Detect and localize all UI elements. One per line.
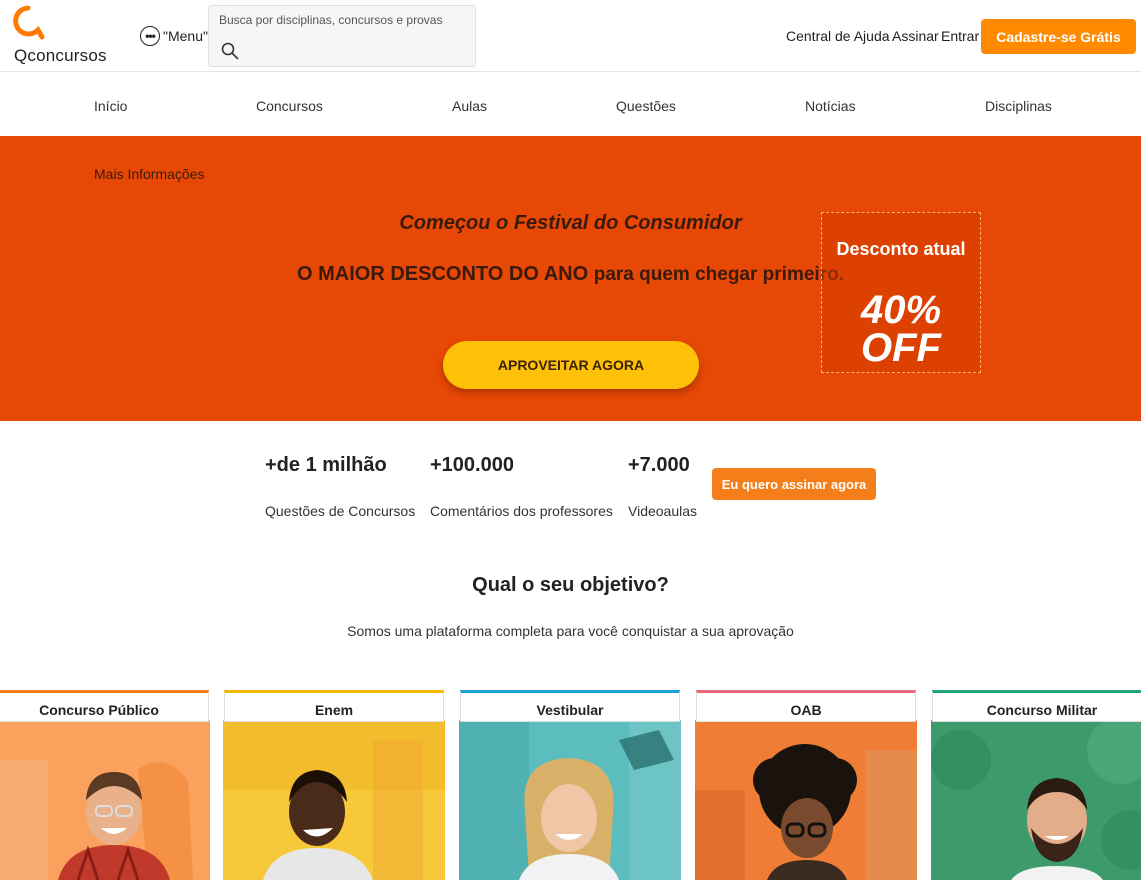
card-tab: Enem — [224, 690, 444, 722]
card-vestibular[interactable]: Vestibular — [459, 690, 681, 880]
logo-icon — [13, 5, 45, 40]
card-label: OAB — [790, 702, 822, 718]
signup-button[interactable]: Cadastre-se Grátis — [981, 19, 1136, 54]
menu-button[interactable]: ••• "Menu" — [140, 26, 208, 46]
card-photo — [0, 720, 210, 880]
main-nav: Início Concursos Aulas Questões Notícias… — [0, 73, 1141, 136]
menu-label: "Menu" — [163, 28, 208, 44]
card-concurso-publico[interactable]: Concurso Público — [0, 690, 210, 880]
discount-box: Desconto atual 40% OFF — [821, 212, 981, 373]
banner-subtitle-rest: para quem chegar primeiro. — [593, 264, 844, 285]
search-box[interactable] — [208, 5, 476, 67]
card-oab[interactable]: OAB — [695, 690, 917, 880]
logo[interactable]: Qconcursos — [8, 4, 120, 65]
nav-item-aulas[interactable]: Aulas — [452, 98, 487, 114]
header: Qconcursos ••• "Menu" Central de Ajuda A… — [0, 0, 1141, 72]
logo-text: Qconcursos — [14, 46, 107, 65]
search-input[interactable] — [219, 13, 467, 27]
card-tab: Concurso Militar — [932, 690, 1141, 722]
card-photo — [695, 720, 917, 880]
card-label: Vestibular — [536, 702, 604, 718]
more-info-link[interactable]: Mais Informações — [94, 166, 204, 182]
card-label: Enem — [314, 702, 354, 718]
card-label: Concurso Público — [39, 702, 159, 718]
nav-item-concursos[interactable]: Concursos — [256, 98, 323, 114]
stat-label-comments: Comentários dos professores — [430, 503, 613, 519]
card-enem[interactable]: Enem — [223, 690, 445, 880]
discount-value: 40% OFF — [822, 288, 980, 370]
take-offer-button[interactable]: APROVEITAR AGORA — [443, 341, 699, 389]
discount-percent: 40% — [860, 288, 942, 332]
subscribe-link[interactable]: Assinar — [892, 28, 939, 44]
promo-banner: Mais Informações Começou o Festival do C… — [0, 136, 1141, 421]
more-dots-icon: ••• — [140, 26, 160, 46]
nav-item-questoes[interactable]: Questões — [616, 98, 676, 114]
discount-label: Desconto atual — [836, 239, 966, 259]
card-tab: Concurso Público — [0, 690, 209, 722]
stat-value-questions: +de 1 milhão — [265, 454, 387, 476]
objective-title: Qual o seu objetivo? — [472, 574, 669, 596]
login-link[interactable]: Entrar — [941, 28, 979, 44]
nav-item-inicio[interactable]: Início — [94, 98, 127, 114]
card-photo — [931, 720, 1141, 880]
card-photo — [459, 720, 681, 880]
stat-label-videos: Videoaulas — [628, 503, 698, 519]
discount-off: OFF — [861, 326, 941, 370]
stat-value-videos: +7.000 — [628, 454, 690, 476]
banner-subtitle-strong: O MAIOR DESCONTO DO ANO — [297, 263, 589, 285]
card-tab: OAB — [696, 690, 916, 722]
search-icon[interactable] — [221, 42, 239, 60]
card-tab: Vestibular — [460, 690, 680, 722]
nav-item-noticias[interactable]: Notícias — [805, 98, 856, 114]
objective-subtitle: Somos uma plataforma completa para você … — [347, 623, 794, 639]
stat-label-questions: Questões de Concursos — [265, 503, 416, 519]
nav-item-disciplinas[interactable]: Disciplinas — [985, 98, 1052, 114]
card-photo — [223, 720, 445, 880]
card-label: Concurso Militar — [986, 702, 1098, 718]
card-concurso-militar[interactable]: Concurso Militar — [931, 690, 1141, 880]
stat-value-comments: +100.000 — [430, 454, 514, 476]
help-center-link[interactable]: Central de Ajuda — [786, 28, 890, 44]
subscribe-now-button[interactable]: Eu quero assinar agora — [712, 468, 876, 500]
